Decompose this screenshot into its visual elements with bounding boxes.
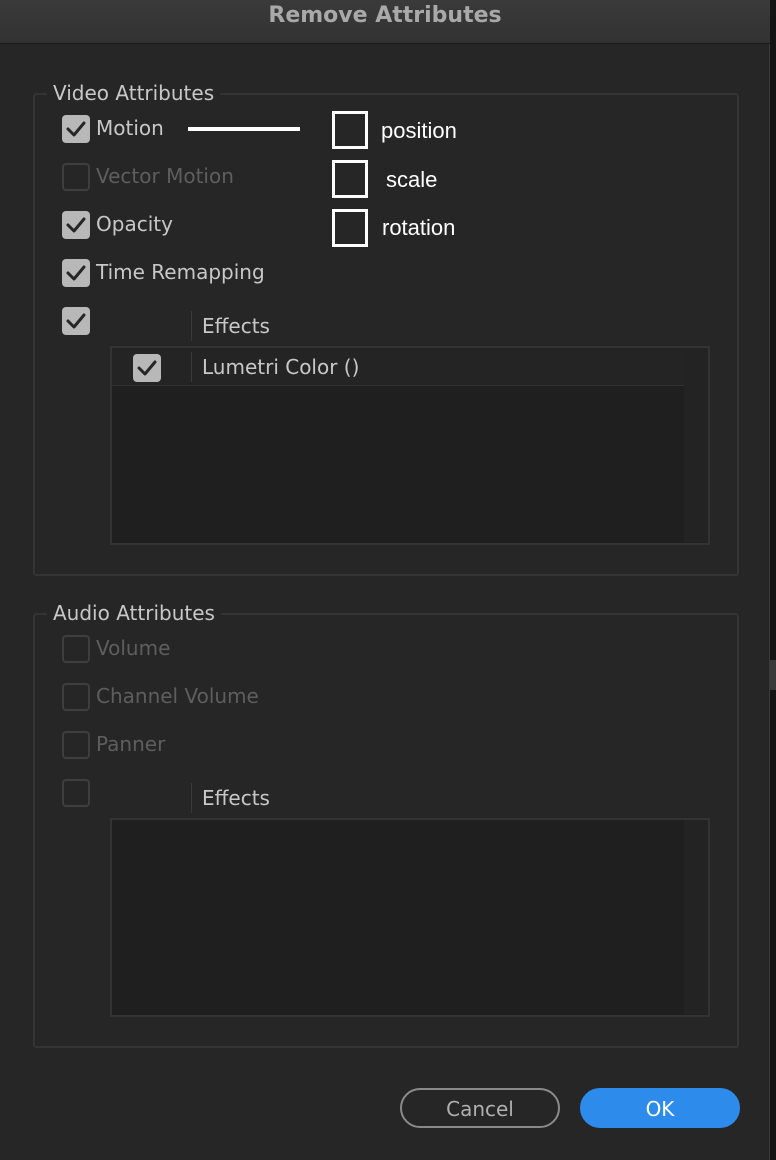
vector-motion-label: Vector Motion: [96, 164, 234, 188]
audio-effects-checkbox[interactable]: [62, 779, 90, 807]
video-effects-checkbox[interactable]: [62, 307, 90, 335]
checkmark-icon: [66, 313, 86, 329]
volume-label: Volume: [96, 636, 171, 660]
time-remapping-label[interactable]: Time Remapping: [96, 258, 265, 286]
background-window-edge: [770, 660, 776, 690]
time-remapping-checkbox[interactable]: [62, 259, 90, 287]
audio-effects-header: Effects: [202, 786, 270, 810]
audio-attributes-legend: Audio Attributes: [47, 600, 221, 626]
audio-effects-list[interactable]: [110, 818, 710, 1017]
scale-annotation-label: scale: [386, 167, 438, 192]
remove-attributes-dialog: Remove Attributes Video Attributes Motio…: [0, 0, 770, 1160]
list-scrollbar[interactable]: [684, 348, 708, 543]
rotation-annotation-box: [332, 209, 368, 247]
cancel-button[interactable]: Cancel: [400, 1088, 560, 1128]
vector-motion-checkbox[interactable]: [62, 163, 90, 191]
column-divider: [191, 311, 192, 341]
opacity-label[interactable]: Opacity: [96, 210, 173, 238]
annotation-line: [188, 127, 300, 131]
video-attributes-legend: Video Attributes: [47, 80, 221, 106]
column-divider: [191, 352, 192, 382]
panner-label: Panner: [96, 732, 166, 756]
list-scrollbar[interactable]: [684, 820, 708, 1015]
rotation-annotation-label: rotation: [382, 215, 456, 240]
video-effects-list[interactable]: Lumetri Color (): [110, 346, 710, 545]
volume-checkbox[interactable]: [62, 635, 90, 663]
lumetri-color-label: Lumetri Color (): [202, 355, 360, 379]
video-effects-header: Effects: [202, 314, 270, 338]
list-item[interactable]: Lumetri Color (): [112, 348, 684, 386]
checkmark-icon: [66, 121, 86, 137]
ok-button[interactable]: OK: [580, 1088, 740, 1128]
channel-volume-label: Channel Volume: [96, 684, 259, 708]
scale-annotation-box: [332, 160, 368, 198]
channel-volume-checkbox[interactable]: [62, 683, 90, 711]
checkmark-icon: [137, 360, 157, 376]
position-annotation-label: position: [381, 118, 457, 143]
opacity-checkbox[interactable]: [62, 211, 90, 239]
title-bar[interactable]: Remove Attributes: [0, 0, 770, 44]
dialog-title: Remove Attributes: [268, 3, 502, 28]
position-annotation-box: [332, 111, 368, 149]
lumetri-color-checkbox[interactable]: [133, 354, 161, 382]
checkmark-icon: [66, 265, 86, 281]
motion-label[interactable]: Motion: [96, 114, 164, 142]
column-divider: [191, 783, 192, 813]
checkmark-icon: [66, 217, 86, 233]
panner-checkbox[interactable]: [62, 731, 90, 759]
motion-checkbox[interactable]: [62, 115, 90, 143]
